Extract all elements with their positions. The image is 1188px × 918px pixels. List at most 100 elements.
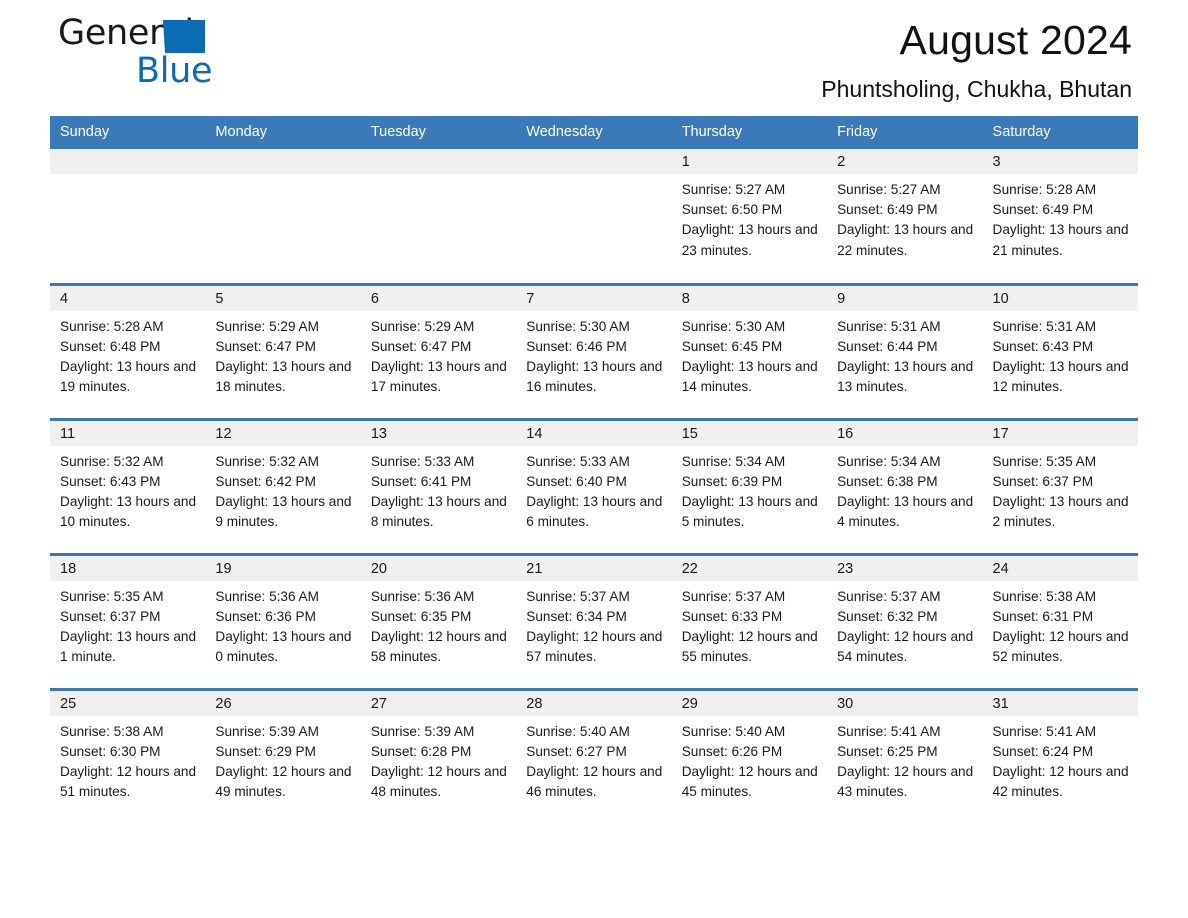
day-cell[interactable]: 18 Sunrise: 5:35 AM Sunset: 6:37 PM Dayligh… (50, 552, 206, 689)
day-cell[interactable]: 4 Sunrise: 5:28 AM Sunset: 6:48 PM Daylight… (50, 282, 206, 419)
daylight-text: Daylight: 12 hours and 45 minutes. (681, 763, 818, 800)
sunset-text: Sunset: 6:29 PM (215, 743, 316, 759)
day-cell[interactable]: 19 Sunrise: 5:36 AM Sunset: 6:36 PM Dayligh… (205, 552, 361, 689)
day-cell[interactable]: 23 Sunrise: 5:37 AM Sunset: 6:32 PM Dayligh… (827, 552, 983, 689)
sunset-text: Sunset: 6:38 PM (837, 473, 938, 489)
day-details: Sunrise: 5:35 AM Sunset: 6:37 PM Daylight:… (983, 446, 1138, 533)
daylight-text: Daylight: 13 hours and 4 minutes. (837, 493, 974, 530)
daylight-text: Daylight: 12 hours and 43 minutes. (837, 763, 974, 800)
day-cell[interactable]: 9 Sunrise: 5:31 AM Sunset: 6:44 PM Daylight… (827, 282, 983, 419)
day-cell[interactable]: 13 Sunrise: 5:33 AM Sunset: 6:41 PM Dayligh… (360, 417, 517, 554)
day-cell[interactable]: 2 Sunrise: 5:27 AM Sunset: 6:49 PM Daylight… (827, 149, 983, 284)
sunset-text: Sunset: 6:45 PM (681, 338, 783, 354)
day-details: Sunrise: 5:30 AM Sunset: 6:45 PM Daylight:… (672, 311, 827, 398)
daylight-text: Daylight: 13 hours and 16 minutes. (526, 358, 663, 395)
day-number: 22 (671, 555, 828, 581)
day-number (50, 149, 206, 174)
day-number: 18 (50, 555, 206, 581)
daylight-text: Daylight: 13 hours and 23 minutes. (681, 222, 818, 258)
daylight-text: Daylight: 13 hours and 10 minutes. (60, 493, 197, 530)
day-cell[interactable]: 6 Sunrise: 5:29 AM Sunset: 6:47 PM Daylight… (360, 282, 517, 419)
day-cell[interactable]: 3 Sunrise: 5:28 AM Sunset: 6:49 PM Daylight… (982, 149, 1138, 284)
day-cell[interactable]: 24 Sunrise: 5:38 AM Sunset: 6:31 PM Dayligh… (982, 552, 1138, 689)
daylight-text: Daylight: 13 hours and 18 minutes. (215, 358, 352, 395)
day-details: Sunrise: 5:27 AM Sunset: 6:50 PM Daylight:… (672, 174, 827, 261)
day-number: 17 (982, 420, 1138, 446)
day-cell[interactable]: 10 Sunrise: 5:31 AM Sunset: 6:43 PM Dayligh… (982, 282, 1138, 419)
day-cell[interactable]: 14 Sunrise: 5:33 AM Sunset: 6:40 PM Dayligh… (516, 417, 672, 554)
day-number: 15 (671, 420, 828, 446)
sunrise-text: Sunrise: 5:32 AM (215, 453, 319, 469)
sunset-text: Sunset: 6:47 PM (370, 338, 472, 354)
daylight-text: Daylight: 13 hours and 5 minutes. (681, 493, 818, 530)
sunrise-text: Sunrise: 5:33 AM (526, 453, 630, 469)
day-number: 23 (827, 555, 983, 581)
day-number: 9 (827, 285, 983, 311)
page-subtitle: Phuntsholing, Chukha, Bhutan (821, 76, 1132, 102)
calendar-table: Sunday Monday Tuesday Wednesday Thursday… (50, 116, 1138, 824)
day-cell[interactable]: 26 Sunrise: 5:39 AM Sunset: 6:29 PM Dayligh… (205, 687, 361, 824)
day-number: 19 (205, 555, 361, 581)
daylight-text: Daylight: 13 hours and 6 minutes. (526, 493, 663, 530)
day-cell[interactable]: 28 Sunrise: 5:40 AM Sunset: 6:27 PM Dayligh… (516, 687, 672, 824)
sunset-text: Sunset: 6:25 PM (837, 743, 938, 759)
day-number: 12 (205, 420, 361, 446)
day-number: 20 (360, 555, 517, 581)
sunrise-text: Sunrise: 5:29 AM (370, 318, 475, 334)
day-details: Sunrise: 5:28 AM Sunset: 6:48 PM Daylight:… (50, 311, 205, 398)
day-number: 2 (827, 149, 983, 174)
sunrise-text: Sunrise: 5:29 AM (215, 318, 319, 334)
sunrise-text: Sunrise: 5:31 AM (837, 318, 941, 334)
sunrise-text: Sunrise: 5:39 AM (215, 723, 319, 739)
sunrise-text: Sunrise: 5:33 AM (370, 453, 475, 469)
day-cell[interactable]: 21 Sunrise: 5:37 AM Sunset: 6:34 PM Dayligh… (516, 552, 672, 689)
day-cell[interactable]: 16 Sunrise: 5:34 AM Sunset: 6:38 PM Dayligh… (827, 417, 983, 554)
day-number: 11 (50, 420, 206, 446)
generalblue-logo[interactable]: General Blue (58, 12, 258, 102)
day-details: Sunrise: 5:32 AM Sunset: 6:43 PM Daylight:… (50, 446, 205, 533)
sunset-text: Sunset: 6:31 PM (992, 608, 1094, 624)
calendar-body: 1 Sunrise: 5:27 AM Sunset: 6:50 PM Daylight… (50, 149, 1138, 824)
day-details: Sunrise: 5:38 AM Sunset: 6:31 PM Daylight:… (983, 581, 1138, 668)
day-details: Sunrise: 5:37 AM Sunset: 6:34 PM Daylight:… (516, 581, 671, 668)
day-cell[interactable]: 31 Sunrise: 5:41 AM Sunset: 6:24 PM Dayligh… (982, 687, 1138, 824)
sunset-text: Sunset: 6:43 PM (992, 338, 1094, 354)
sunset-text: Sunset: 6:35 PM (370, 608, 472, 624)
day-cell[interactable]: 7 Sunrise: 5:30 AM Sunset: 6:46 PM Daylight… (516, 282, 672, 419)
day-cell[interactable]: 27 Sunrise: 5:39 AM Sunset: 6:28 PM Dayligh… (360, 687, 517, 824)
day-number: 30 (827, 690, 983, 716)
daylight-text: Daylight: 13 hours and 14 minutes. (681, 358, 818, 395)
day-details: Sunrise: 5:29 AM Sunset: 6:47 PM Daylight:… (361, 311, 516, 398)
weekday-header-friday: Friday (827, 116, 983, 149)
day-details: Sunrise: 5:39 AM Sunset: 6:28 PM Daylight:… (361, 716, 516, 803)
sunrise-text: Sunrise: 5:35 AM (60, 588, 164, 604)
sunrise-text: Sunrise: 5:41 AM (992, 723, 1097, 739)
day-cell[interactable]: 30 Sunrise: 5:41 AM Sunset: 6:25 PM Dayligh… (827, 687, 983, 824)
day-cell[interactable]: 20 Sunrise: 5:36 AM Sunset: 6:35 PM Dayligh… (360, 552, 517, 689)
calendar-container: Sunday Monday Tuesday Wednesday Thursday… (50, 116, 1138, 824)
day-details: Sunrise: 5:32 AM Sunset: 6:42 PM Daylight:… (205, 446, 360, 533)
daylight-text: Daylight: 13 hours and 17 minutes. (370, 358, 507, 395)
day-cell[interactable]: 22 Sunrise: 5:37 AM Sunset: 6:33 PM Dayligh… (671, 552, 828, 689)
day-number: 24 (982, 555, 1138, 581)
day-details: Sunrise: 5:41 AM Sunset: 6:24 PM Daylight:… (983, 716, 1138, 803)
day-cell[interactable]: 11 Sunrise: 5:32 AM Sunset: 6:43 PM Dayligh… (50, 417, 206, 554)
day-cell[interactable]: 1 Sunrise: 5:27 AM Sunset: 6:50 PM Daylight… (671, 149, 828, 284)
sunrise-text: Sunrise: 5:37 AM (681, 588, 786, 604)
daylight-text: Daylight: 13 hours and 1 minute. (60, 628, 197, 665)
sunrise-text: Sunrise: 5:41 AM (837, 723, 941, 739)
day-cell[interactable]: 17 Sunrise: 5:35 AM Sunset: 6:37 PM Dayligh… (982, 417, 1138, 554)
sunset-text: Sunset: 6:26 PM (681, 743, 783, 759)
day-cell[interactable]: 15 Sunrise: 5:34 AM Sunset: 6:39 PM Dayligh… (671, 417, 828, 554)
daylight-text: Daylight: 12 hours and 42 minutes. (992, 763, 1129, 800)
daylight-text: Daylight: 13 hours and 21 minutes. (992, 222, 1129, 258)
day-cell[interactable]: 25 Sunrise: 5:38 AM Sunset: 6:30 PM Dayligh… (50, 687, 206, 824)
calendar-week-row: 4 Sunrise: 5:28 AM Sunset: 6:48 PM Daylight… (50, 282, 1138, 419)
calendar-week-row: 25 Sunrise: 5:38 AM Sunset: 6:30 PM Dayligh… (50, 687, 1138, 824)
day-cell[interactable]: 5 Sunrise: 5:29 AM Sunset: 6:47 PM Daylight… (205, 282, 361, 419)
sunrise-text: Sunrise: 5:40 AM (526, 723, 630, 739)
day-cell[interactable]: 12 Sunrise: 5:32 AM Sunset: 6:42 PM Dayligh… (205, 417, 361, 554)
day-cell[interactable]: 8 Sunrise: 5:30 AM Sunset: 6:45 PM Daylight… (671, 282, 828, 419)
day-cell[interactable]: 29 Sunrise: 5:40 AM Sunset: 6:26 PM Dayligh… (671, 687, 828, 824)
sunset-text: Sunset: 6:33 PM (681, 608, 783, 624)
